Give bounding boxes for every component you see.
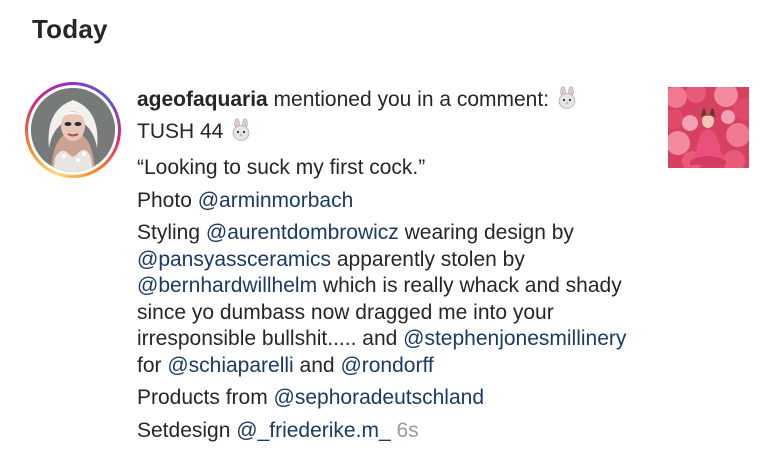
design-text: wearing design by xyxy=(398,221,574,244)
mention-link-setdesign[interactable]: @_friederike.m_ xyxy=(236,419,390,442)
and-text: and xyxy=(293,353,341,377)
photo-label: Photo xyxy=(137,188,198,212)
mention-link-products[interactable]: @sephoradeutschland xyxy=(274,386,484,409)
notification-text: ageofaquaria mentioned you in a comment:… xyxy=(137,86,642,444)
for-text: for xyxy=(137,353,168,377)
mention-link-styling[interactable]: @aurentdombrowicz xyxy=(206,221,399,244)
avatar-image xyxy=(31,88,115,172)
avatar[interactable] xyxy=(25,82,121,178)
post-thumbnail[interactable] xyxy=(668,87,749,168)
mention-link-stolen[interactable]: @bernhardwillhelm xyxy=(137,274,317,297)
rabbit-face-icon xyxy=(229,117,253,150)
mention-link-design[interactable]: @pansyassceramics xyxy=(137,248,331,271)
products-label: Products from xyxy=(137,386,274,409)
rabbit-face-icon xyxy=(555,86,579,118)
setdesign-label: Setdesign xyxy=(137,418,237,442)
action-text: mentioned you in a comment: xyxy=(267,88,555,111)
styling-label: Styling xyxy=(137,221,206,244)
quote-text: “Looking to suck my first cock.” xyxy=(137,156,426,179)
stolen-text: apparently stolen by xyxy=(331,247,525,271)
timestamp: 6s xyxy=(396,418,419,442)
tush-text: TUSH 44 xyxy=(137,119,230,143)
mention-link-photo[interactable]: @arminmorbach xyxy=(198,189,354,212)
avatar-ring-gap xyxy=(28,85,118,175)
mention-link-rondorff[interactable]: @rondorff xyxy=(340,354,433,377)
mention-link-millinery[interactable]: @stephenjonesmillinery xyxy=(403,327,626,350)
username-link[interactable]: ageofaquaria xyxy=(137,88,268,111)
mention-link-schiaparelli[interactable]: @schiaparelli xyxy=(167,354,293,377)
section-title-today: Today xyxy=(32,14,108,44)
